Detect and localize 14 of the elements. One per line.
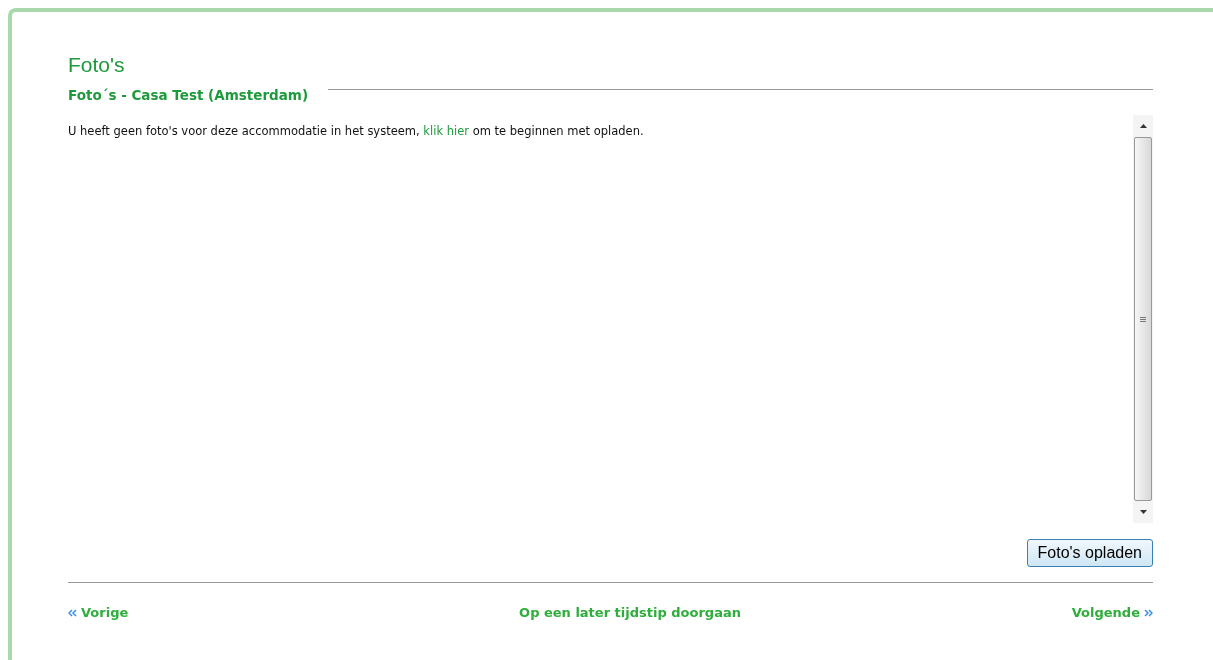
previous-link[interactable]: Vorige [68,603,129,623]
continue-later-link[interactable]: Op een later tijdstip doorgaan [519,603,741,623]
section-heading: Foto´s - Casa Test (Amsterdam) [68,86,309,106]
page-title: Foto's [68,52,126,78]
scrollbar[interactable] [1133,115,1153,524]
scroll-down-icon[interactable] [1139,510,1147,515]
double-chevron-left-icon [68,609,77,618]
scroll-up-icon[interactable] [1139,124,1147,129]
upload-button[interactable]: Foto's opladen [1026,539,1153,568]
empty-message: U heeft geen foto's voor deze accommodatie in het systeem, klik hier om te beginnen met opladen. [68,124,644,139]
grip-icon [1140,316,1146,322]
next-link[interactable]: Volgende [1071,603,1153,623]
upload-link[interactable]: klik hier [423,124,469,139]
double-chevron-right-icon [1144,609,1153,618]
